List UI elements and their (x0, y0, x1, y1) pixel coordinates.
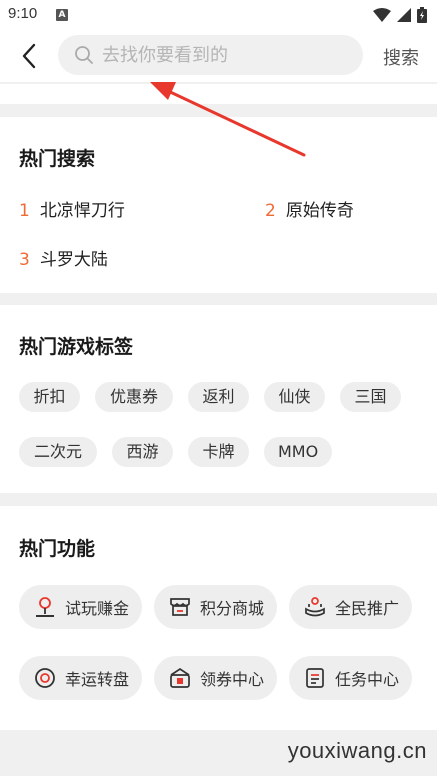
function-label: 积分商城 (200, 599, 265, 618)
task-list-icon (306, 668, 324, 688)
function-label: 全民推广 (335, 599, 400, 618)
wifi-icon (373, 8, 391, 22)
store-icon (170, 598, 190, 616)
back-arrow-icon[interactable] (18, 42, 44, 70)
hot-search-item[interactable]: 2 原始传奇 (265, 196, 354, 221)
battery-icon (417, 7, 427, 23)
promote-icon (305, 597, 325, 617)
coupon-icon (170, 667, 190, 688)
tag-chip[interactable]: MMO (264, 437, 332, 467)
function-label: 试玩赚金 (65, 599, 130, 618)
watermark: youxiwang.cn (287, 738, 427, 763)
hot-search-label: 原始传奇 (285, 201, 354, 221)
tag-chip[interactable]: 折扣 (19, 382, 80, 412)
hot-search-label: 斗罗大陆 (39, 250, 108, 270)
hot-search-item[interactable]: 3 斗罗大陆 (19, 245, 108, 270)
hot-functions-title: 热门功能 (19, 538, 96, 560)
search-header: 搜索 (0, 30, 437, 82)
signal-icon (397, 8, 411, 22)
function-button[interactable]: 试玩赚金 (19, 585, 142, 629)
hot-search-label: 北凉悍刀行 (39, 201, 125, 221)
status-bar: 9:10 A (0, 0, 437, 30)
search-input[interactable] (102, 35, 352, 75)
hot-search-item[interactable]: 1 北凉悍刀行 (19, 196, 125, 221)
function-button[interactable]: 领券中心 (154, 656, 277, 700)
function-button[interactable]: 任务中心 (289, 656, 412, 700)
tag-chip[interactable]: 返利 (188, 382, 249, 412)
tag-chip[interactable]: 三国 (340, 382, 401, 412)
function-button[interactable]: 幸运转盘 (19, 656, 142, 700)
notification-icon: A (56, 9, 68, 21)
hot-tags-title: 热门游戏标签 (19, 336, 134, 358)
status-time: 9:10 (8, 5, 38, 22)
rank-number: 3 (19, 250, 30, 270)
rank-number: 2 (265, 201, 276, 221)
rank-number: 1 (19, 201, 30, 221)
tag-chip[interactable]: 二次元 (19, 437, 97, 467)
function-button[interactable]: 全民推广 (289, 585, 412, 629)
joystick-icon (36, 597, 54, 617)
hot-tags-section: 热门游戏标签 折扣 优惠券 返利 仙侠 三国 二次元 西游 卡牌 MMO (0, 305, 437, 493)
hot-search-section: 热门搜索 1 北凉悍刀行 2 原始传奇 3 斗罗大陆 (0, 117, 437, 293)
function-button[interactable]: 积分商城 (154, 585, 277, 629)
search-icon (75, 46, 93, 64)
status-icons (373, 6, 427, 24)
tag-chip[interactable]: 西游 (112, 437, 173, 467)
function-label: 任务中心 (335, 670, 400, 689)
history-strip (0, 84, 437, 104)
function-label: 幸运转盘 (65, 670, 130, 689)
function-label: 领券中心 (200, 670, 265, 689)
wheel-icon (35, 668, 55, 688)
search-button[interactable]: 搜索 (383, 44, 419, 70)
tag-chip[interactable]: 卡牌 (188, 437, 249, 467)
tag-chip[interactable]: 优惠券 (95, 382, 173, 412)
search-box[interactable] (58, 35, 363, 75)
hot-functions-section: 热门功能 试玩赚金 积分商城 全民推广 幸运转盘 领券中心 任务中心 (0, 506, 437, 730)
hot-search-title: 热门搜索 (19, 148, 96, 170)
tag-chip[interactable]: 仙侠 (264, 382, 325, 412)
